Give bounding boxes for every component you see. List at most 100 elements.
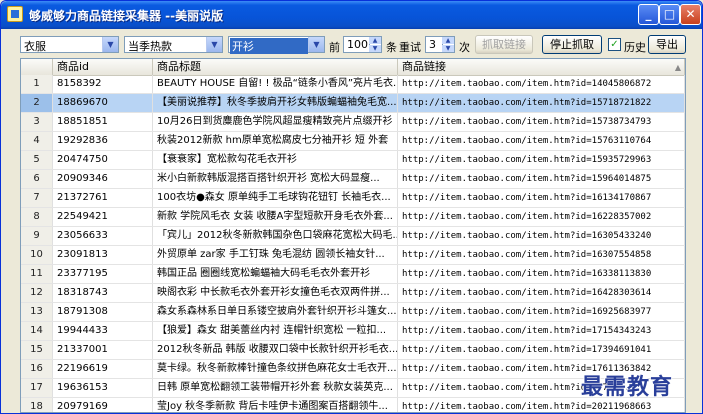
row-number[interactable]: 14 bbox=[21, 322, 53, 340]
cell-product-title[interactable]: 【衰衰家】宽松款勾花毛衣开衫 bbox=[153, 151, 398, 169]
cell-product-id[interactable]: 21372761 bbox=[53, 189, 153, 207]
cell-product-title[interactable]: 日韩 原单宽松翻领工装带帽开衫外套 秋款女装英克... bbox=[153, 379, 398, 397]
row-number[interactable]: 3 bbox=[21, 113, 53, 131]
cell-product-link[interactable]: http://item.taobao.com/item.htm?id=14045… bbox=[398, 75, 685, 93]
season-select[interactable]: 当季热款 ▼ bbox=[124, 36, 223, 53]
cell-product-id[interactable]: 23056633 bbox=[53, 227, 153, 245]
stop-fetch-button[interactable]: 停止抓取 bbox=[542, 35, 602, 54]
header-product-id[interactable]: 商品id bbox=[53, 59, 153, 75]
retry-stepper[interactable]: 3 bbox=[425, 36, 443, 53]
count-stepper-buttons[interactable]: ▲ ▼ bbox=[369, 36, 382, 53]
cell-product-id[interactable]: 19944433 bbox=[53, 322, 153, 340]
row-number[interactable]: 12 bbox=[21, 284, 53, 302]
count-stepper[interactable]: 100 bbox=[343, 36, 370, 53]
header-product-title[interactable]: 商品标题 bbox=[153, 59, 398, 75]
cell-product-link[interactable]: http://item.taobao.com/item.htm?id=16134… bbox=[398, 189, 685, 207]
table-row[interactable]: 13 18791308 森女系森林系日单日系镂空披肩外套针织开衫斗篷女... http… bbox=[21, 303, 685, 322]
cell-product-title[interactable]: 森女系森林系日单日系镂空披肩外套针织开衫斗篷女... bbox=[153, 303, 398, 321]
cell-product-title[interactable]: 外贸原单 zar家 手工钉珠 兔毛混纺 圆领长袖女针... bbox=[153, 246, 398, 264]
table-row[interactable]: 3 18851851 10月26日到货麋鹿色学院风超显瘦精致亮片点缀开衫 http:/… bbox=[21, 113, 685, 132]
cell-product-title[interactable]: 【狼爱】森女 甜美蕾丝内衬 连帽针织宽松 一粒扣... bbox=[153, 322, 398, 340]
row-number[interactable]: 9 bbox=[21, 227, 53, 245]
row-number[interactable]: 13 bbox=[21, 303, 53, 321]
cell-product-title[interactable]: 莹Joy 秋冬季新款 背后卡哇伊卡通图案百搭翻领牛... bbox=[153, 398, 398, 412]
table-row[interactable]: 14 19944433 【狼爱】森女 甜美蕾丝内衬 连帽针织宽松 一粒扣... htt… bbox=[21, 322, 685, 341]
table-row[interactable]: 6 20909346 米小白新款韩版混搭百搭针织开衫 宽松大码显瘦... http:/… bbox=[21, 170, 685, 189]
row-number[interactable]: 4 bbox=[21, 132, 53, 150]
row-number[interactable]: 18 bbox=[21, 398, 53, 412]
cell-product-id[interactable]: 22196619 bbox=[53, 360, 153, 378]
table-row[interactable]: 5 20474750 【衰衰家】宽松款勾花毛衣开衫 http://item.taoba… bbox=[21, 151, 685, 170]
row-number[interactable]: 5 bbox=[21, 151, 53, 169]
maximize-button[interactable]: □ bbox=[659, 4, 680, 25]
cell-product-title[interactable]: 「宾儿」2012秋冬新款韩国杂色口袋麻花宽松大码毛... bbox=[153, 227, 398, 245]
cell-product-title[interactable]: 100衣坊●森女 原单纯手工毛球钩花钮钉 长袖毛衣... bbox=[153, 189, 398, 207]
cell-product-title[interactable]: 新款 学院风毛衣 女装 收腰A字型短款开身毛衣外套... bbox=[153, 208, 398, 226]
style-select[interactable]: 开衫 ▼ bbox=[228, 36, 325, 54]
cell-product-link[interactable]: http://item.taobao.com/item.htm?id=15935… bbox=[398, 151, 685, 169]
row-number[interactable]: 1 bbox=[21, 75, 53, 93]
stepper-up-icon[interactable]: ▲ bbox=[442, 37, 454, 44]
cell-product-id[interactable]: 23091813 bbox=[53, 246, 153, 264]
cell-product-id[interactable]: 18791308 bbox=[53, 303, 153, 321]
history-checkbox[interactable]: ✓ bbox=[608, 38, 621, 51]
table-row[interactable]: 1 8158392 BEAUTY HOUSE 自留! ! 极品“链条小香风”亮片毛衣… bbox=[21, 75, 685, 94]
table-row[interactable]: 2 18869670 【美丽说推荐】秋冬季披肩开衫女韩版蝙蝠袖兔毛宽... http:… bbox=[21, 94, 685, 113]
row-number[interactable]: 17 bbox=[21, 379, 53, 397]
minimize-button[interactable]: _ bbox=[638, 4, 659, 25]
stepper-down-icon[interactable]: ▼ bbox=[369, 45, 381, 52]
table-row[interactable]: 11 23377195 韩国正品 圈圈线宽松蝙蝠袖大码毛毛衣外套开衫 http://i… bbox=[21, 265, 685, 284]
row-number[interactable]: 10 bbox=[21, 246, 53, 264]
row-number[interactable]: 11 bbox=[21, 265, 53, 283]
fetch-links-button[interactable]: 抓取链接 bbox=[475, 35, 533, 54]
cell-product-link[interactable]: http://item.taobao.com/item.htm?id=16307… bbox=[398, 246, 685, 264]
cell-product-title[interactable]: BEAUTY HOUSE 自留! ! 极品“链条小香风”亮片毛衣... bbox=[153, 75, 398, 93]
header-product-link[interactable]: 商品链接 bbox=[398, 59, 685, 75]
chevron-down-icon[interactable]: ▼ bbox=[308, 37, 324, 52]
category-select[interactable]: 衣服 ▼ bbox=[20, 36, 119, 53]
cell-product-id[interactable]: 18318743 bbox=[53, 284, 153, 302]
row-number[interactable]: 15 bbox=[21, 341, 53, 359]
table-row[interactable]: 9 23056633 「宾儿」2012秋冬新款韩国杂色口袋麻花宽松大码毛... htt… bbox=[21, 227, 685, 246]
cell-product-id[interactable]: 23377195 bbox=[53, 265, 153, 283]
export-button[interactable]: 导出 bbox=[648, 35, 686, 54]
stepper-up-icon[interactable]: ▲ bbox=[369, 37, 381, 44]
table-row[interactable]: 7 21372761 100衣坊●森女 原单纯手工毛球钩花钮钉 长袖毛衣... htt… bbox=[21, 189, 685, 208]
cell-product-id[interactable]: 18851851 bbox=[53, 113, 153, 131]
chevron-down-icon[interactable]: ▼ bbox=[206, 37, 222, 52]
row-number[interactable]: 16 bbox=[21, 360, 53, 378]
cell-product-title[interactable]: 韩国正品 圈圈线宽松蝙蝠袖大码毛毛衣外套开衫 bbox=[153, 265, 398, 283]
chevron-down-icon[interactable]: ▼ bbox=[102, 37, 118, 52]
cell-product-title[interactable]: 莫卡绿。秋冬新款棒针撞色条纹拼色麻花女士毛衣开... bbox=[153, 360, 398, 378]
stepper-down-icon[interactable]: ▼ bbox=[442, 45, 454, 52]
cell-product-id[interactable]: 8158392 bbox=[53, 75, 153, 93]
cell-product-link[interactable]: http://item.taobao.com/item.htm?id=16338… bbox=[398, 265, 685, 283]
cell-product-title[interactable]: 【美丽说推荐】秋冬季披肩开衫女韩版蝙蝠袖兔毛宽... bbox=[153, 94, 398, 112]
cell-product-link[interactable]: http://item.taobao.com/item.htm?id=17394… bbox=[398, 341, 685, 359]
cell-product-id[interactable]: 19292836 bbox=[53, 132, 153, 150]
cell-product-link[interactable]: http://item.taobao.com/item.htm?id=16305… bbox=[398, 227, 685, 245]
cell-product-id[interactable]: 21337001 bbox=[53, 341, 153, 359]
cell-product-title[interactable]: 10月26日到货麋鹿色学院风超显瘦精致亮片点缀开衫 bbox=[153, 113, 398, 131]
cell-product-id[interactable]: 20979169 bbox=[53, 398, 153, 412]
cell-product-id[interactable]: 20474750 bbox=[53, 151, 153, 169]
cell-product-title[interactable]: 映阁衣彩 中长款毛衣外套开衫女撞色毛衣双两件拼... bbox=[153, 284, 398, 302]
close-button[interactable]: ✕ bbox=[680, 4, 701, 25]
table-row[interactable]: 12 18318743 映阁衣彩 中长款毛衣外套开衫女撞色毛衣双两件拼... http… bbox=[21, 284, 685, 303]
cell-product-id[interactable]: 20909346 bbox=[53, 170, 153, 188]
cell-product-link[interactable]: http://item.taobao.com/item.htm?id=15763… bbox=[398, 132, 685, 150]
table-row[interactable]: 15 21337001 2012秋冬新品 韩版 收腰双口袋中长款针织开衫毛衣... h… bbox=[21, 341, 685, 360]
table-row[interactable]: 4 19292836 秋装2012新款 hm原单宽松腐皮七分袖开衫 短 外套 http… bbox=[21, 132, 685, 151]
cell-product-link[interactable]: http://item.taobao.com/item.htm?id=16228… bbox=[398, 208, 685, 226]
table-row[interactable]: 10 23091813 外贸原单 zar家 手工钉珠 兔毛混纺 圆领长袖女针... h… bbox=[21, 246, 685, 265]
cell-product-title[interactable]: 2012秋冬新品 韩版 收腰双口袋中长款针织开衫毛衣... bbox=[153, 341, 398, 359]
cell-product-link[interactable]: http://item.taobao.com/item.htm?id=15964… bbox=[398, 170, 685, 188]
cell-product-id[interactable]: 19636153 bbox=[53, 379, 153, 397]
title-bar[interactable]: 够威够力商品链接采集器 --美丽说版 _ □ ✕ bbox=[1, 1, 702, 29]
cell-product-title[interactable]: 米小白新款韩版混搭百搭针织开衫 宽松大码显瘦... bbox=[153, 170, 398, 188]
cell-product-link[interactable]: http://item.taobao.com/item.htm?id=15718… bbox=[398, 94, 685, 112]
row-number[interactable]: 6 bbox=[21, 170, 53, 188]
row-number[interactable]: 7 bbox=[21, 189, 53, 207]
cell-product-id[interactable]: 22549421 bbox=[53, 208, 153, 226]
row-number[interactable]: 8 bbox=[21, 208, 53, 226]
